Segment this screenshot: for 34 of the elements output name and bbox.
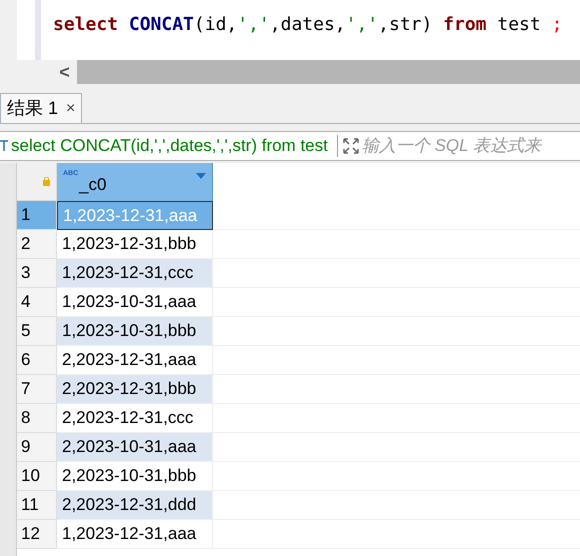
row-number[interactable]: 7 [17, 375, 57, 404]
text-filter-icon [0, 140, 8, 152]
table-cell[interactable]: 1,2023-12-31,aaa [57, 520, 213, 549]
table-cell[interactable]: 2,2023-12-31,bbb [57, 375, 213, 404]
row-number[interactable]: 1 [17, 201, 57, 230]
row-number[interactable]: 4 [17, 288, 57, 317]
row-number[interactable]: 6 [17, 346, 57, 375]
row-number[interactable]: 2 [17, 230, 57, 259]
table-cell[interactable]: 1,2023-12-31,ccc [57, 259, 213, 288]
lock-icon [43, 177, 50, 186]
row-number[interactable]: 12 [17, 520, 57, 549]
code-line: select CONCAT(id,',',dates,',',str) from test ; [52, 13, 562, 37]
row-number[interactable]: 11 [17, 491, 57, 520]
expand-icon[interactable] [342, 138, 359, 154]
row-number[interactable]: 3 [17, 259, 57, 288]
result-tab[interactable]: 结果 1 × [0, 93, 82, 123]
column-label: _c0 [79, 174, 106, 196]
row-number[interactable]: 9 [17, 433, 57, 462]
row-number[interactable]: 10 [17, 462, 57, 491]
sort-caret-icon[interactable] [196, 173, 206, 179]
close-tab-button[interactable]: × [66, 96, 76, 120]
row-number[interactable]: 8 [17, 404, 57, 433]
table-cell[interactable]: 1,2023-10-31,aaa [57, 288, 213, 317]
filter-query: select CONCAT(id,',',dates,',',str) from test [11, 135, 328, 158]
table-cell[interactable]: 2,2023-10-31,bbb [57, 462, 213, 491]
scrollbar-thumb[interactable] [77, 60, 580, 84]
table-cell[interactable]: 1,2023-10-31,bbb [57, 317, 213, 346]
table-cell[interactable]: 1,2023-12-31,bbb [57, 230, 213, 259]
table-cell[interactable]: 2,2023-12-31,aaa [57, 346, 213, 375]
tab-label: 结果 1 [7, 97, 58, 120]
table-cell[interactable]: 2,2023-10-31,aaa [57, 433, 213, 462]
table-cell[interactable]: 2,2023-12-31,ddd [57, 491, 213, 520]
table-cell[interactable]: 2,2023-12-31,ccc [57, 404, 213, 433]
row-number[interactable]: 5 [17, 317, 57, 346]
